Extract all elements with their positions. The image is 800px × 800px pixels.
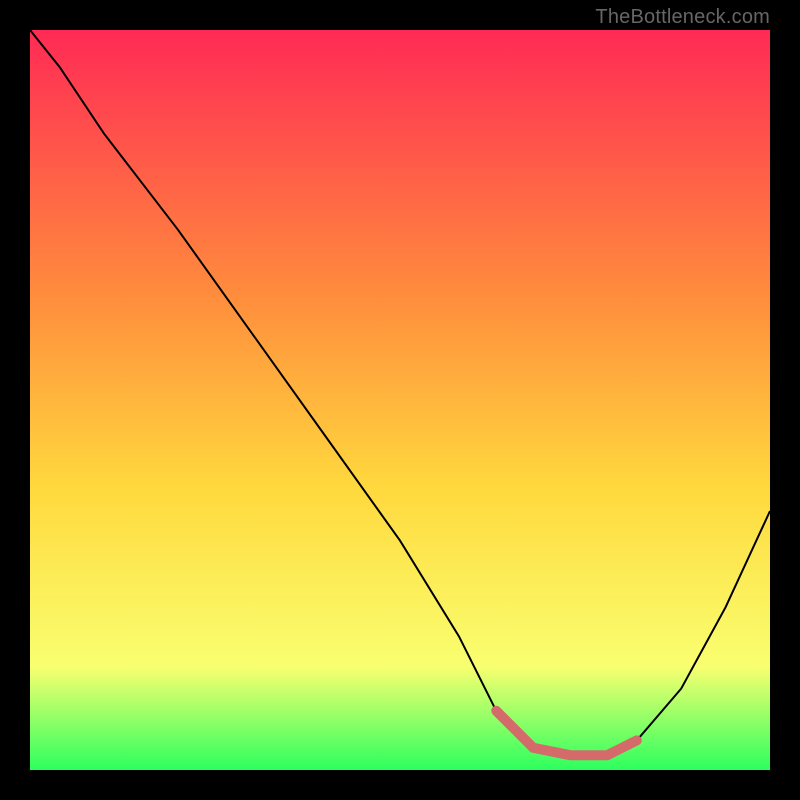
plot-area (30, 30, 770, 770)
chart-frame: TheBottleneck.com (0, 0, 800, 800)
watermark-text: TheBottleneck.com (595, 6, 770, 29)
bottleneck-curve (30, 30, 770, 755)
optimal-range-highlight (496, 711, 637, 755)
chart-svg (30, 30, 770, 770)
